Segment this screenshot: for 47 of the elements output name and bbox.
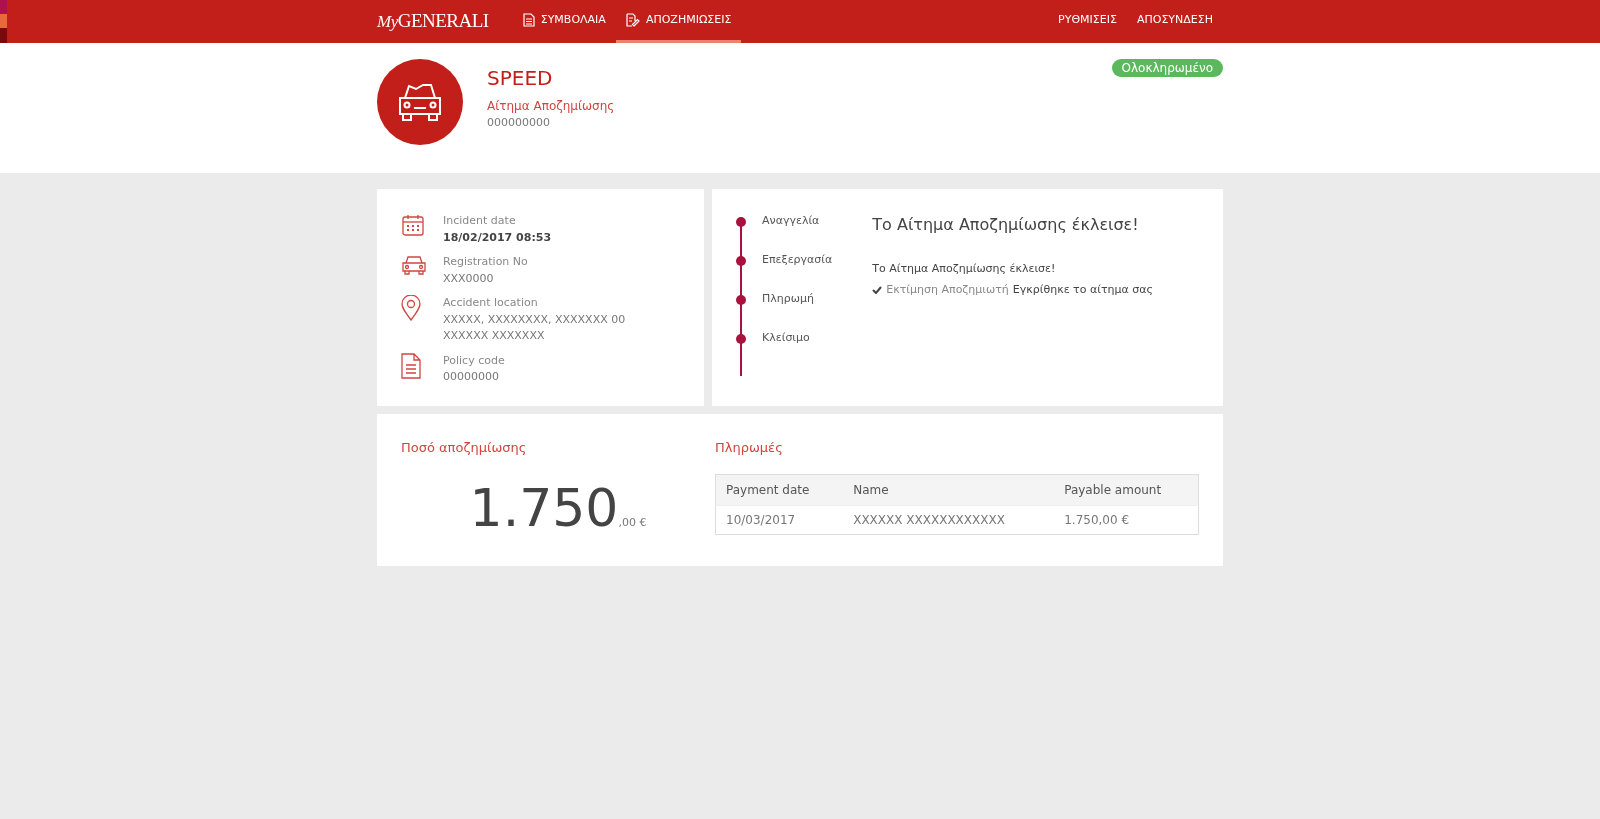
claim-number: 000000000 [487,115,551,131]
status-badge: Ολοκληρωμένο [1111,59,1223,77]
claim-subtitle: Αίτημα Αποζημίωσης [487,98,616,115]
amount-integer: 1.750 [469,477,619,538]
entry-text: Εγκρίθηκε το αίτημα σας [1012,281,1153,298]
decorative-stripe [0,0,7,43]
car-icon [401,254,427,276]
detail-value: XXX0000 [443,270,495,287]
timeline-step: Κλείσιμο [762,330,810,369]
column-header: Name [843,474,1055,505]
detail-label: Policy code [443,352,505,369]
column-header: Payment date [715,474,844,505]
timeline-dot [736,217,746,227]
nav-link[interactable]: ΣΥΜΒΟΛΑΙΑ [512,0,616,43]
document-pen-icon [625,13,640,27]
entry-source: Εκτίμηση Αποζημιωτή [886,281,1009,298]
car-icon [396,81,444,123]
table-cell: XXXXXX XXXXXXXXXXXX [843,505,1055,534]
table-cell: 10/03/2017 [715,505,844,534]
status-message: Το Αίτημα Αποζημίωσης έκλεισε! [872,261,1057,277]
detail-label: Incident date [443,213,517,229]
timeline-dot [736,334,746,344]
detail-value: XXXXX, XXXXXXXX, XXXXXXX 00 XXXXXX XXXXXXX [443,311,627,344]
timeline-dot [736,256,746,266]
logo: MyGENERALI [377,9,489,34]
timeline-step: Πληρωμή [762,291,814,330]
detail-value: 00000000 [443,369,500,385]
status-heading: Το Αίτημα Αποζημίωσης έκλεισε! [872,214,1140,236]
amount-title: Ποσό αποζημίωσης [401,439,528,457]
nav-link[interactable]: ΑΠΟΣΥΝΔΕΣΗ [1126,0,1223,43]
column-header: Payable amount [1054,474,1199,505]
detail-value: 18/02/2017 08:53 [443,229,552,246]
nav-link[interactable]: ΡΥΘΜΙΣΕΙΣ [1048,0,1127,43]
payments-title: Πληρωμές [715,439,784,457]
check-icon [872,285,883,294]
detail-label: Registration No [443,254,528,270]
detail-label: Accident location [443,295,539,311]
amount-decimals: ,00 € [618,515,647,529]
calendar-icon [401,213,425,237]
document-icon [522,13,535,27]
table-cell: 1.750,00 € [1054,505,1199,534]
timeline-dot [736,295,746,305]
claim-title: SPEED [487,65,554,92]
timeline-step: Αναγγελία [762,213,820,252]
document-icon [401,352,421,379]
location-pin-icon [401,295,421,321]
timeline-step: Επεξεργασία [762,252,833,291]
